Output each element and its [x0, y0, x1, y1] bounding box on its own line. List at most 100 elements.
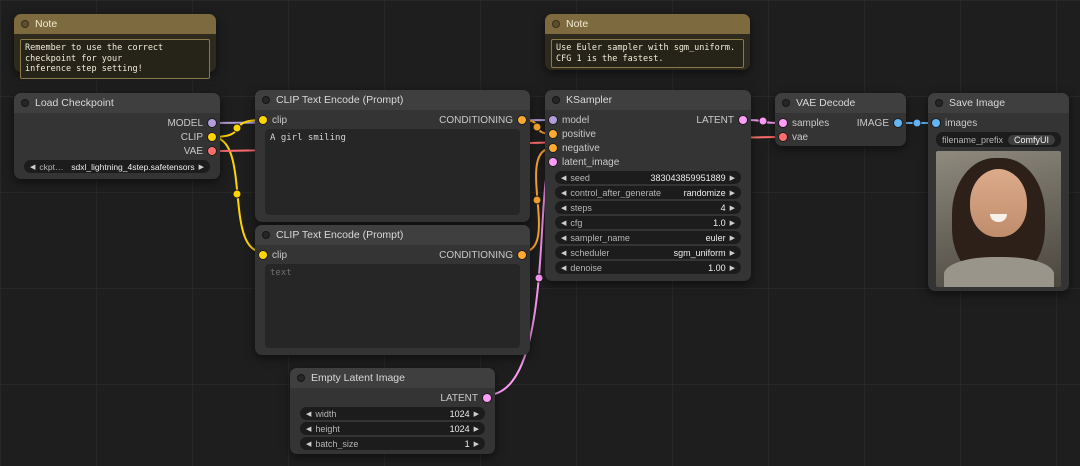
slot-dot-clip[interactable]	[208, 133, 216, 141]
node-save-image[interactable]: Save Image images filename_prefix ComfyU…	[928, 93, 1069, 291]
increment-arrow-icon[interactable]: ▶	[730, 189, 735, 197]
collapse-dot-icon[interactable]	[262, 231, 270, 239]
slot-dot-latent[interactable]	[739, 116, 747, 124]
slot-dot-image[interactable]	[932, 119, 940, 127]
increment-arrow-icon[interactable]: ▶	[730, 264, 735, 272]
collapse-dot-icon[interactable]	[262, 96, 270, 104]
input-slot-clip[interactable]: clip	[259, 250, 287, 261]
output-slot-vae[interactable]: VAE	[14, 144, 220, 158]
input-slot-clip[interactable]: clip	[259, 115, 287, 126]
slot-dot-conditioning[interactable]	[518, 116, 526, 124]
prompt-textarea[interactable]: text	[265, 264, 520, 348]
widget-steps[interactable]: ◀ steps 4 ▶	[555, 201, 741, 214]
input-slot-model[interactable]: model	[549, 115, 589, 126]
widget-denoise[interactable]: ◀ denoise 1.00 ▶	[555, 261, 741, 274]
node-clip-text-encode-negative[interactable]: CLIP Text Encode (Prompt) clip CONDITION…	[255, 225, 530, 355]
slot-dot-image[interactable]	[894, 119, 902, 127]
decrement-arrow-icon[interactable]: ◀	[561, 189, 566, 197]
node-header[interactable]: CLIP Text Encode (Prompt)	[255, 90, 530, 110]
increment-arrow-icon[interactable]: ▶	[730, 249, 735, 257]
input-slot-vae[interactable]: vae	[775, 130, 906, 144]
output-slot-conditioning[interactable]: CONDITIONING	[439, 115, 526, 126]
node-vae-decode[interactable]: VAE Decode samples IMAGE vae	[775, 93, 906, 146]
widget-scheduler[interactable]: ◀ scheduler sgm_uniform ▶	[555, 246, 741, 259]
increment-arrow-icon[interactable]: ▶	[730, 204, 735, 212]
note-text[interactable]: Use Euler sampler with sgm_uniform. CFG …	[551, 39, 744, 69]
node-empty-latent-image[interactable]: Empty Latent Image LATENT ◀ width 1024 ▶…	[290, 368, 495, 454]
decrement-arrow-icon[interactable]: ◀	[30, 163, 35, 171]
node-header[interactable]: Note	[545, 14, 750, 34]
decrement-arrow-icon[interactable]: ◀	[306, 440, 311, 448]
input-slot-latent-image[interactable]: latent_image	[545, 155, 751, 169]
output-slot-image[interactable]: IMAGE	[857, 118, 902, 129]
input-slot-positive[interactable]: positive	[545, 127, 751, 141]
slot-dot-vae[interactable]	[208, 147, 216, 155]
widget-batch-size[interactable]: ◀ batch_size 1 ▶	[300, 437, 485, 450]
note-text[interactable]: Remember to use the correct checkpoint f…	[20, 39, 210, 79]
node-header[interactable]: Empty Latent Image	[290, 368, 495, 388]
widget-sampler-name[interactable]: ◀ sampler_name euler ▶	[555, 231, 741, 244]
decrement-arrow-icon[interactable]: ◀	[561, 249, 566, 257]
node-note-checkpoint[interactable]: Note Remember to use the correct checkpo…	[14, 14, 216, 79]
output-slot-latent[interactable]: LATENT	[290, 391, 495, 405]
slot-dot-conditioning[interactable]	[549, 130, 557, 138]
decrement-arrow-icon[interactable]: ◀	[561, 264, 566, 272]
collapse-dot-icon[interactable]	[552, 20, 560, 28]
slot-dot-conditioning[interactable]	[549, 144, 557, 152]
widget-seed[interactable]: ◀ seed 383043859951889 ▶	[555, 171, 741, 184]
node-header[interactable]: CLIP Text Encode (Prompt)	[255, 225, 530, 245]
slot-dot-latent[interactable]	[483, 394, 491, 402]
output-slot-latent[interactable]: LATENT	[696, 115, 747, 126]
collapse-dot-icon[interactable]	[782, 99, 790, 107]
collapse-dot-icon[interactable]	[297, 374, 305, 382]
decrement-arrow-icon[interactable]: ◀	[561, 204, 566, 212]
node-header[interactable]: Save Image	[928, 93, 1069, 113]
slot-dot-model[interactable]	[208, 119, 216, 127]
output-slot-clip[interactable]: CLIP	[14, 130, 220, 144]
slot-dot-vae[interactable]	[779, 133, 787, 141]
widget-height[interactable]: ◀ height 1024 ▶	[300, 422, 485, 435]
increment-arrow-icon[interactable]: ▶	[730, 219, 735, 227]
input-slot-images[interactable]: images	[928, 116, 1069, 130]
widget-filename-prefix[interactable]: filename_prefix ComfyUI	[936, 132, 1061, 147]
decrement-arrow-icon[interactable]: ◀	[306, 410, 311, 418]
slot-dot-conditioning[interactable]	[518, 251, 526, 259]
widget-width[interactable]: ◀ width 1024 ▶	[300, 407, 485, 420]
slot-dot-clip[interactable]	[259, 116, 267, 124]
increment-arrow-icon[interactable]: ▶	[474, 410, 479, 418]
output-slot-model[interactable]: MODEL	[14, 116, 220, 130]
collapse-dot-icon[interactable]	[21, 20, 29, 28]
node-header[interactable]: Load Checkpoint	[14, 93, 220, 113]
node-clip-text-encode-positive[interactable]: CLIP Text Encode (Prompt) clip CONDITION…	[255, 90, 530, 222]
slot-dot-clip[interactable]	[259, 251, 267, 259]
prompt-textarea[interactable]: A girl smiling	[265, 129, 520, 215]
widget-value[interactable]: ComfyUI	[1007, 134, 1055, 145]
decrement-arrow-icon[interactable]: ◀	[306, 425, 311, 433]
decrement-arrow-icon[interactable]: ◀	[561, 219, 566, 227]
widget-ckpt-name[interactable]: ◀ ckpt_name sdxl_lightning_4step.safeten…	[24, 160, 210, 173]
graph-canvas[interactable]: Note Remember to use the correct checkpo…	[0, 0, 1080, 466]
increment-arrow-icon[interactable]: ▶	[730, 174, 735, 182]
slot-dot-latent[interactable]	[779, 119, 787, 127]
node-note-sampler[interactable]: Note Use Euler sampler with sgm_uniform.…	[545, 14, 750, 70]
collapse-dot-icon[interactable]	[935, 99, 943, 107]
input-slot-negative[interactable]: negative	[545, 141, 751, 155]
output-slot-conditioning[interactable]: CONDITIONING	[439, 250, 526, 261]
widget-cfg[interactable]: ◀ cfg 1.0 ▶	[555, 216, 741, 229]
slot-dot-model[interactable]	[549, 116, 557, 124]
collapse-dot-icon[interactable]	[552, 96, 560, 104]
node-header[interactable]: Note	[14, 14, 216, 34]
node-ksampler[interactable]: KSampler model LATENT positive negative …	[545, 90, 751, 281]
input-slot-samples[interactable]: samples	[779, 118, 829, 129]
decrement-arrow-icon[interactable]: ◀	[561, 174, 566, 182]
increment-arrow-icon[interactable]: ▶	[199, 163, 204, 171]
collapse-dot-icon[interactable]	[21, 99, 29, 107]
node-load-checkpoint[interactable]: Load Checkpoint MODEL CLIP VAE ◀ ckpt_na…	[14, 93, 220, 179]
slot-dot-latent[interactable]	[549, 158, 557, 166]
node-header[interactable]: VAE Decode	[775, 93, 906, 113]
node-header[interactable]: KSampler	[545, 90, 751, 110]
increment-arrow-icon[interactable]: ▶	[474, 440, 479, 448]
increment-arrow-icon[interactable]: ▶	[730, 234, 735, 242]
widget-control-after-generate[interactable]: ◀ control_after_generate randomize ▶	[555, 186, 741, 199]
increment-arrow-icon[interactable]: ▶	[474, 425, 479, 433]
